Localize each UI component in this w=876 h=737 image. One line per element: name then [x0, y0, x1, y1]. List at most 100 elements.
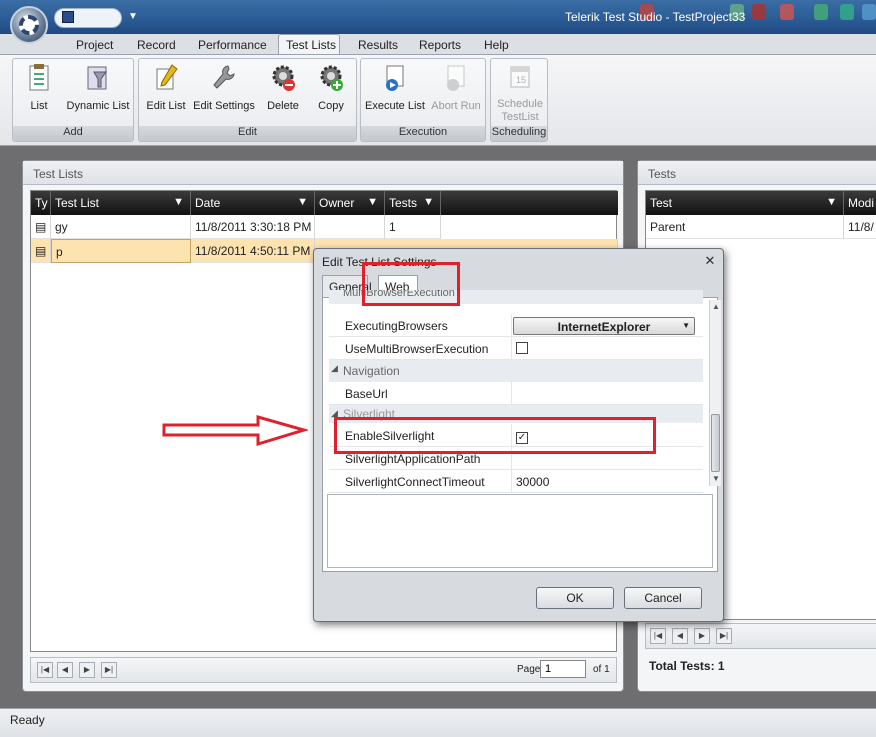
filter-icon[interactable]: ▼	[826, 196, 837, 208]
row-name: gy	[51, 215, 191, 239]
column-header-type[interactable]: Ty	[31, 191, 51, 215]
edit-settings-button[interactable]: Edit Settings	[191, 63, 257, 112]
test-lists-panel-title: Test Lists	[23, 161, 623, 185]
status-text: Ready	[10, 713, 45, 727]
property-description-area	[327, 494, 713, 568]
column-header-tests[interactable]: Tests ▼	[385, 191, 441, 215]
base-url-value[interactable]	[511, 382, 703, 404]
scroll-thumb[interactable]	[711, 414, 720, 472]
property-row-silverlight-timeout[interactable]: SilverlightConnectTimeout 30000	[329, 470, 703, 493]
copy-button-label: Copy	[318, 100, 344, 112]
dynamic-list-button[interactable]: Dynamic List	[65, 63, 131, 112]
abort-run-button-label: Abort Run	[431, 100, 481, 112]
ribbon-group-add: List Dynamic List Add	[12, 58, 134, 142]
category-navigation[interactable]: ◢ Navigation	[329, 360, 703, 382]
delete-button-label: Delete	[267, 100, 299, 112]
wrench-icon	[213, 65, 235, 89]
first-page-icon[interactable]: |◀	[37, 662, 53, 678]
prev-page-icon[interactable]: ◀	[57, 662, 73, 678]
executing-browsers-value: InternetExplorer	[557, 320, 651, 334]
column-header-modified[interactable]: Modi	[844, 191, 876, 215]
row-tests: 1	[385, 215, 441, 239]
property-row-executing-browsers[interactable]: ExecutingBrowsers InternetExplorer ▼	[329, 314, 703, 337]
list-type-icon: ▤	[31, 239, 51, 263]
titlebar-decoration	[780, 4, 794, 20]
group-label-execution: Execution	[361, 126, 485, 141]
next-page-icon[interactable]: ▶	[79, 662, 95, 678]
group-label-edit: Edit	[139, 126, 356, 141]
next-page-icon[interactable]: ▶	[694, 628, 710, 644]
save-icon[interactable]	[62, 11, 74, 23]
property-name: ExecutingBrowsers	[345, 319, 448, 333]
delete-gear-icon	[272, 65, 295, 91]
first-page-icon[interactable]: |◀	[650, 628, 666, 644]
column-header-test-label: Test	[650, 196, 673, 210]
tab-project[interactable]: Project	[76, 38, 113, 52]
abort-run-button[interactable]: Abort Run	[429, 63, 483, 112]
column-header-date-label: Date	[195, 196, 221, 210]
titlebar-decoration	[814, 4, 828, 20]
column-header-date[interactable]: Date ▼	[191, 191, 315, 215]
ribbon-group-scheduling: 15 Schedule TestList Scheduling	[490, 58, 548, 142]
column-header-test-list[interactable]: Test List ▼	[51, 191, 191, 215]
row-name: p	[51, 239, 191, 263]
executing-browsers-select[interactable]: InternetExplorer ▼	[513, 317, 695, 335]
property-value	[511, 337, 703, 359]
execute-list-button-label: Execute List	[365, 100, 425, 112]
window-title: Telerik Test Studio - TestProject33	[565, 10, 746, 24]
silverlight-timeout-value[interactable]: 30000	[511, 470, 703, 492]
schedule-testlist-button-label: Schedule TestList	[497, 98, 543, 123]
ribbon-group-execution: Execute List Abort Run Execution	[360, 58, 486, 142]
property-row-use-multibrowser[interactable]: UseMultiBrowserExecution	[329, 337, 703, 360]
ok-button[interactable]: OK	[536, 587, 614, 609]
property-grid-scrollbar[interactable]: ▲ ▼	[709, 300, 721, 486]
last-page-icon[interactable]: ▶|	[101, 662, 117, 678]
quick-access-dropdown-icon[interactable]: ▼	[128, 11, 138, 22]
execute-list-button[interactable]: Execute List	[365, 63, 425, 112]
tab-help[interactable]: Help	[484, 38, 509, 52]
ribbon-group-edit: Edit List Edit Settings Delete Copy Edit	[138, 58, 357, 142]
annotation-box-web-tab	[362, 262, 460, 306]
property-name: BaseUrl	[345, 387, 388, 401]
property-row-base-url[interactable]: BaseUrl	[329, 382, 703, 405]
close-icon[interactable]: ✕	[702, 253, 718, 269]
column-header-test[interactable]: Test ▼	[646, 191, 844, 215]
filter-icon[interactable]: ▼	[367, 196, 378, 208]
cancel-button[interactable]: Cancel	[624, 587, 702, 609]
filter-icon[interactable]: ▼	[173, 196, 184, 208]
page-number-input[interactable]	[540, 660, 586, 678]
group-label-scheduling: Scheduling	[491, 126, 547, 141]
column-header-owner[interactable]: Owner ▼	[315, 191, 385, 215]
tab-performance[interactable]: Performance	[198, 38, 267, 52]
tab-reports[interactable]: Reports	[419, 38, 461, 52]
property-name: SilverlightApplicationPath	[345, 452, 481, 466]
list-button[interactable]: List	[21, 63, 57, 112]
tests-pager: |◀ ◀ ▶ ▶|	[645, 623, 876, 649]
titlebar-decoration	[862, 4, 876, 20]
prev-page-icon[interactable]: ◀	[672, 628, 688, 644]
scroll-up-icon[interactable]: ▲	[712, 302, 720, 311]
dynamic-list-icon	[87, 66, 107, 90]
scroll-down-icon[interactable]: ▼	[712, 474, 720, 483]
chevron-down-icon: ▼	[682, 321, 690, 330]
tab-record[interactable]: Record	[137, 38, 176, 52]
copy-button[interactable]: Copy	[311, 63, 351, 112]
edit-list-button-label: Edit List	[146, 100, 186, 112]
filter-icon[interactable]: ▼	[423, 196, 434, 208]
tab-results[interactable]: Results	[358, 38, 398, 52]
tab-test-lists[interactable]: Test Lists	[286, 38, 336, 52]
column-header-tests-label: Tests	[389, 196, 418, 210]
schedule-testlist-button[interactable]: 15 Schedule TestList	[493, 63, 547, 124]
edit-list-button[interactable]: Edit List	[145, 63, 187, 112]
collapse-triangle-icon[interactable]: ◢	[331, 363, 338, 374]
pencil-icon	[156, 64, 178, 90]
app-menu-orb-icon[interactable]	[10, 6, 48, 44]
filter-icon[interactable]: ▼	[297, 196, 308, 208]
delete-button[interactable]: Delete	[263, 63, 303, 112]
last-page-icon[interactable]: ▶|	[716, 628, 732, 644]
row-owner	[315, 215, 385, 239]
use-multibrowser-checkbox[interactable]	[516, 342, 528, 354]
property-name: UseMultiBrowserExecution	[345, 342, 489, 356]
copy-gear-icon	[320, 65, 343, 91]
titlebar-decoration	[752, 4, 766, 20]
